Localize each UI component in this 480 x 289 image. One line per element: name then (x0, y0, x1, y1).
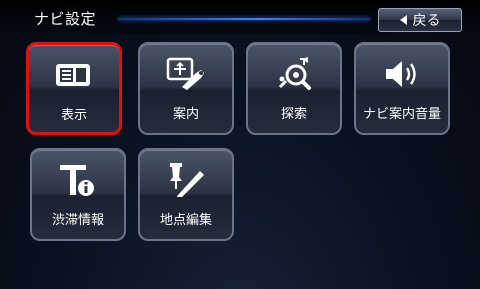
guidance-label: 案内 (172, 107, 199, 122)
display-button[interactable]: 表示 (26, 42, 122, 135)
route-search-label: 探索 (280, 107, 307, 122)
traffic-info-button[interactable]: 渋滞情報 (30, 148, 126, 241)
edit-location-button[interactable]: 地点編集 (138, 148, 234, 241)
back-arrow-icon (399, 15, 407, 25)
route-search-button[interactable]: 探索 (246, 42, 342, 135)
back-button[interactable]: 戻る (378, 8, 462, 32)
page-title: ナビ設定 (34, 10, 97, 28)
edit-location-label: 地点編集 (159, 213, 212, 228)
guidance-button[interactable]: 案内 (138, 42, 234, 135)
speaker-icon (380, 56, 424, 92)
nav-volume-label: ナビ案内音量 (362, 107, 441, 122)
nav-volume-button[interactable]: ナビ案内音量 (354, 42, 450, 135)
traffic-info-icon (56, 162, 100, 198)
display-icon (52, 57, 96, 93)
search-route-icon (272, 56, 316, 92)
display-label: 表示 (60, 108, 87, 123)
title-divider (118, 18, 370, 20)
guidance-icon (164, 56, 208, 92)
edit-location-icon (164, 162, 208, 198)
back-button-label: 戻る (412, 13, 441, 29)
traffic-info-label: 渋滞情報 (51, 213, 104, 228)
